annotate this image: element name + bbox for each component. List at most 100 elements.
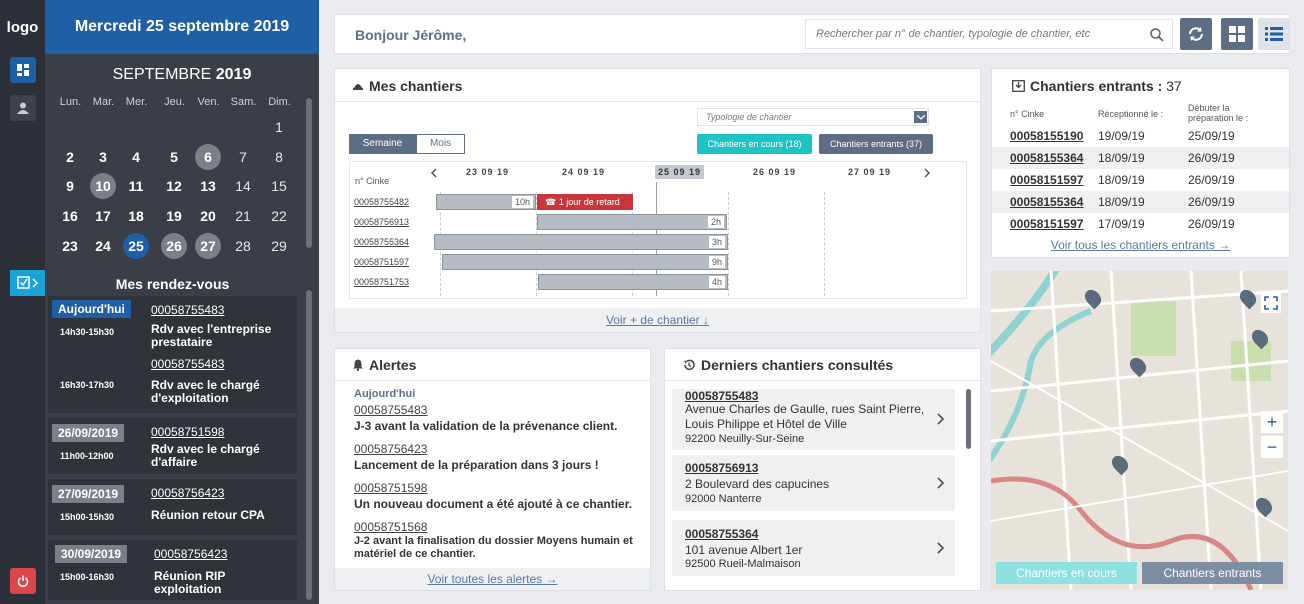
gantt-bar[interactable]: 4h bbox=[538, 274, 728, 290]
calendar-day[interactable]: 5 bbox=[161, 144, 187, 170]
voir-tous-entrants-link[interactable]: Voir tous les chantiers entrants → bbox=[992, 234, 1289, 256]
alerte-ref-link[interactable]: 00058751568 bbox=[354, 520, 427, 534]
rdv-ref-link[interactable]: 00058755483 bbox=[151, 357, 224, 371]
entrants-row[interactable]: 00058155190 19/09/19 25/09/19 bbox=[992, 125, 1289, 147]
fullscreen-icon[interactable] bbox=[1261, 293, 1281, 313]
tasks-toggle-icon[interactable] bbox=[10, 270, 46, 296]
delay-alert-badge[interactable]: ☎ 1 jour de retard bbox=[537, 194, 633, 210]
chantiers-en-cours-button[interactable]: Chantiers en cours (18) bbox=[697, 134, 812, 154]
calendar-day[interactable]: 23 bbox=[57, 233, 83, 259]
calendar-day[interactable]: 22 bbox=[266, 203, 292, 229]
consultes-scrollbar[interactable] bbox=[966, 389, 971, 449]
calendar-day[interactable]: 29 bbox=[266, 233, 292, 259]
grid-view-icon[interactable] bbox=[1221, 18, 1253, 50]
entrants-ref-link[interactable]: 00058155364 bbox=[1010, 195, 1083, 209]
voir-toutes-alertes-link[interactable]: Voir toutes les alertes → bbox=[335, 568, 650, 590]
consulte-ref[interactable]: 00058755483 bbox=[685, 389, 758, 403]
calendar-day[interactable]: 1 bbox=[266, 114, 292, 140]
calendar-day[interactable]: 11 bbox=[123, 173, 149, 199]
calendar-day-today[interactable]: 25 bbox=[123, 233, 149, 259]
chevron-right-icon[interactable] bbox=[937, 477, 945, 489]
gantt-bar[interactable]: 2h bbox=[537, 214, 727, 230]
dashboard-icon[interactable] bbox=[10, 57, 36, 83]
calendar-day[interactable]: 12 bbox=[161, 173, 187, 199]
gantt-bar[interactable]: 9h bbox=[442, 254, 728, 270]
consulte-ref[interactable]: 00058755364 bbox=[685, 527, 758, 541]
calendar-day[interactable]: 19 bbox=[161, 203, 187, 229]
rdv-scrollbar[interactable] bbox=[306, 290, 312, 600]
consulte-item[interactable]: 00058755483 Avenue Charles de Gaulle, ru… bbox=[672, 389, 955, 450]
alerte-ref-link[interactable]: 00058756423 bbox=[354, 442, 427, 456]
calendar-day[interactable]: 28 bbox=[230, 233, 256, 259]
calendar-day[interactable]: 14 bbox=[230, 173, 256, 199]
calendar-day[interactable]: 6 bbox=[195, 144, 221, 170]
calendar-day[interactable]: 2 bbox=[57, 144, 83, 170]
app-logo[interactable]: logo bbox=[0, 0, 45, 54]
calendar-day[interactable]: 18 bbox=[123, 203, 149, 229]
zoom-out-button[interactable]: − bbox=[1261, 436, 1283, 458]
map-view[interactable]: + − Chantiers en cours Chantiers entrant… bbox=[991, 271, 1288, 590]
gantt-row-ref[interactable]: 00058756913 bbox=[354, 217, 409, 227]
calendar-day[interactable]: 17 bbox=[90, 203, 116, 229]
chevron-down-icon[interactable] bbox=[914, 111, 927, 123]
entrants-ref-link[interactable]: 00058155190 bbox=[1010, 129, 1083, 143]
calendar-day[interactable]: 16 bbox=[57, 203, 83, 229]
calendar-day[interactable]: 4 bbox=[123, 144, 149, 170]
rdv-ref-link[interactable]: 00058755483 bbox=[151, 303, 224, 317]
list-view-icon[interactable] bbox=[1258, 18, 1290, 50]
chantiers-entrants-button[interactable]: Chantiers entrants (37) bbox=[819, 134, 933, 154]
entrants-ref-link[interactable]: 00058151597 bbox=[1010, 217, 1083, 231]
power-icon[interactable] bbox=[10, 568, 36, 594]
entrants-ref-link[interactable]: 00058155364 bbox=[1010, 151, 1083, 165]
tab-semaine[interactable]: Semaine bbox=[349, 134, 416, 154]
search-input[interactable]: Rechercher par n° de chantier, typologie… bbox=[805, 19, 1173, 49]
typologie-select[interactable]: Typologie de chantier bbox=[697, 108, 929, 126]
calendar-day[interactable]: 7 bbox=[230, 144, 256, 170]
search-icon[interactable] bbox=[1150, 28, 1164, 42]
entrants-ref-link[interactable]: 00058151597 bbox=[1010, 173, 1083, 187]
calendar-day[interactable]: 9 bbox=[57, 173, 83, 199]
refresh-icon[interactable] bbox=[1180, 18, 1212, 50]
gantt-row-ref[interactable]: 00058755482 bbox=[354, 197, 409, 207]
rdv-ref-link[interactable]: 00058756423 bbox=[154, 547, 227, 561]
chevron-right-icon[interactable] bbox=[937, 542, 945, 554]
entrants-row[interactable]: 00058155364 18/09/19 26/09/19 bbox=[992, 191, 1289, 213]
gantt-row-ref[interactable]: 00058751753 bbox=[354, 277, 409, 287]
gantt-bar[interactable]: 3h bbox=[434, 234, 728, 250]
calendar-scrollbar[interactable] bbox=[306, 98, 312, 248]
gantt-row-ref[interactable]: 00058755364 bbox=[354, 237, 409, 247]
consulte-item[interactable]: 00058756913 2 Boulevard des capucines 92… bbox=[672, 455, 955, 511]
zoom-in-button[interactable]: + bbox=[1261, 411, 1283, 433]
calendar-day[interactable]: 3 bbox=[90, 144, 116, 170]
calendar-day[interactable]: 21 bbox=[230, 203, 256, 229]
user-icon[interactable] bbox=[10, 95, 36, 121]
entrants-row[interactable]: 00058155364 18/09/19 26/09/19 bbox=[992, 147, 1289, 169]
calendar-day[interactable]: 10 bbox=[90, 173, 116, 199]
consulte-item[interactable]: 00058755364 101 avenue Albert 1er 92500 … bbox=[672, 520, 955, 576]
gantt-bar[interactable]: 10h bbox=[436, 194, 536, 210]
map-entrants-button[interactable]: Chantiers entrants bbox=[1142, 562, 1283, 584]
rdv-ref-link[interactable]: 00058756423 bbox=[151, 486, 224, 500]
rdv-ref-link[interactable]: 00058751598 bbox=[151, 425, 224, 439]
alerte-ref-link[interactable]: 00058751598 bbox=[354, 481, 427, 495]
entrants-row[interactable]: 00058151597 18/09/19 26/09/19 bbox=[992, 169, 1289, 191]
chevron-left-icon[interactable] bbox=[430, 168, 438, 178]
entrants-row[interactable]: 00058151597 17/09/19 26/09/19 bbox=[992, 213, 1289, 235]
calendar-day[interactable]: 8 bbox=[266, 144, 292, 170]
calendar-day[interactable]: 27 bbox=[195, 233, 221, 259]
calendar-day[interactable]: 26 bbox=[161, 233, 187, 259]
gantt-row-ref[interactable]: 00058751597 bbox=[354, 257, 409, 267]
alerte-ref-link[interactable]: 00058755483 bbox=[354, 403, 427, 417]
calendar-day[interactable]: 20 bbox=[195, 203, 221, 229]
rdv-time: 15h00-15h30 bbox=[60, 512, 115, 522]
calendar-day[interactable]: 24 bbox=[90, 233, 116, 259]
tab-mois[interactable]: Mois bbox=[416, 134, 465, 154]
voir-plus-chantiers-link[interactable]: Voir + de chantier ↓ bbox=[335, 308, 980, 332]
map-en-cours-button[interactable]: Chantiers en cours bbox=[996, 562, 1137, 584]
calendar-day[interactable]: 15 bbox=[266, 173, 292, 199]
calendar-day[interactable]: 13 bbox=[195, 173, 221, 199]
chevron-right-icon[interactable] bbox=[937, 413, 945, 425]
chantiers-title: Mes chantiers bbox=[369, 78, 463, 94]
consulte-ref[interactable]: 00058756913 bbox=[685, 461, 758, 475]
chevron-right-icon[interactable] bbox=[923, 168, 931, 178]
